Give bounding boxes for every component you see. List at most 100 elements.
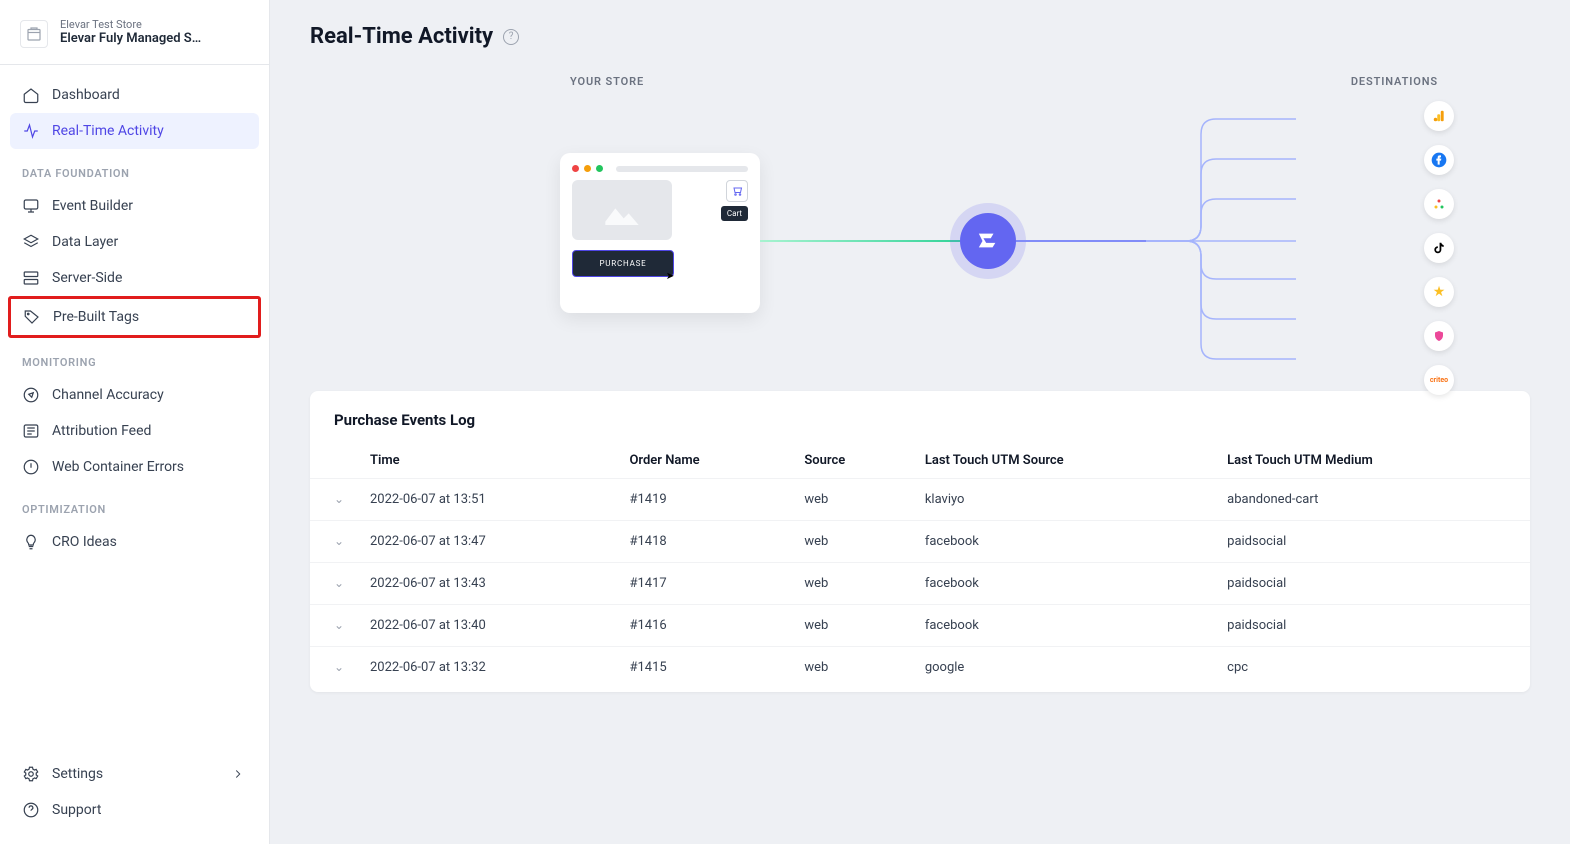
sidebar-item-label: Data Layer [52, 234, 118, 250]
purchase-events-log: Purchase Events Log Time Order Name Sour… [310, 391, 1530, 692]
sidebar-item-settings[interactable]: Settings [10, 756, 259, 792]
sidebar-item-label: Server-Side [52, 270, 122, 286]
sidebar-item-web-container-errors[interactable]: Web Container Errors [10, 449, 259, 485]
compass-icon [22, 386, 40, 404]
sidebar-item-pre-built-tags[interactable]: Pre-Built Tags [8, 296, 261, 338]
store-logo-icon [20, 20, 48, 48]
google-ads-icon [1424, 189, 1454, 219]
sidebar-item-label: Attribution Feed [52, 423, 151, 439]
chevron-down-icon: ⌄ [334, 618, 344, 632]
window-dot-green [596, 165, 603, 172]
cart-label: Cart [721, 206, 748, 221]
table-row[interactable]: ⌄2022-06-07 at 13:32#1415webgooglecpc [310, 647, 1530, 689]
flow-line-purple [1016, 240, 1146, 242]
flow-diagram: YOUR STORE DESTINATIONS Cart [310, 61, 1530, 391]
store-header[interactable]: Elevar Test Store Elevar Fuly Managed S… [0, 12, 269, 65]
cell-source: web [792, 647, 912, 689]
store-window: Cart PURCHASE ➤ [560, 153, 760, 313]
cell-order: #1416 [617, 605, 792, 647]
table-row[interactable]: ⌄ 2022-06-07 at 13:43#1417webfacebookpaid… [310, 563, 1530, 605]
col-order: Order Name [617, 443, 792, 479]
table-row[interactable]: ⌄2022-06-07 at 13:51#1419webklaviyoaband… [310, 479, 1530, 521]
facebook-icon [1424, 145, 1454, 175]
layers-icon [22, 233, 40, 251]
sidebar-item-realtime[interactable]: Real-Time Activity [10, 113, 259, 149]
cell-order: #1419 [617, 479, 792, 521]
sidebar-item-data-layer[interactable]: Data Layer [10, 224, 259, 260]
cell-utm-medium: paidsocial [1215, 605, 1530, 647]
sidebar-item-server-side[interactable]: Server-Side [10, 260, 259, 296]
sidebar-item-label: Event Builder [52, 198, 133, 214]
log-title: Purchase Events Log [310, 411, 1530, 443]
sidebar-item-support[interactable]: Support [10, 792, 259, 828]
chevron-down-icon: ⌄ [334, 492, 344, 506]
sidebar-item-label: Pre-Built Tags [53, 309, 139, 325]
sidebar-item-label: CRO Ideas [52, 534, 117, 550]
activity-icon [22, 122, 40, 140]
sidebar-item-label: Web Container Errors [52, 459, 184, 475]
server-icon [22, 269, 40, 287]
branch-lines [1146, 99, 1296, 389]
chevron-down-icon: ⌄ [334, 660, 344, 674]
home-icon [22, 86, 40, 104]
flow-line-green [760, 240, 960, 242]
destinations-column: ★ criteo [1424, 101, 1454, 395]
col-utm-source: Last Touch UTM Source [913, 443, 1215, 479]
cell-utm-medium: abandoned-cart [1215, 479, 1530, 521]
help-tooltip-icon[interactable]: ? [503, 29, 519, 45]
sidebar-section-optimization: OPTIMIZATION [10, 485, 259, 524]
google-analytics-icon [1424, 101, 1454, 131]
store-subtitle: Elevar Test Store [60, 18, 201, 31]
sidebar-section-data: DATA FOUNDATION [10, 149, 259, 188]
feed-icon [22, 422, 40, 440]
image-placeholder-icon [572, 180, 672, 240]
cell-order: #1417 [617, 563, 792, 605]
cell-source: web [792, 563, 912, 605]
cell-utm-source: facebook [913, 605, 1215, 647]
table-row[interactable]: ⌄2022-06-07 at 13:47#1418webfacebookpaid… [310, 521, 1530, 563]
cell-time: 2022-06-07 at 13:47 [358, 521, 617, 563]
sidebar-item-label: Dashboard [52, 87, 120, 103]
elevar-hub-icon [960, 213, 1016, 269]
col-source: Source [792, 443, 912, 479]
cell-utm-medium: paidsocial [1215, 563, 1530, 605]
main-content: Real-Time Activity ? YOUR STORE DESTINAT… [270, 0, 1570, 844]
cell-order: #1418 [617, 521, 792, 563]
star-icon: ★ [1424, 277, 1454, 307]
store-title: Elevar Fuly Managed S… [60, 31, 201, 46]
sidebar-item-label: Real-Time Activity [52, 123, 164, 139]
cell-time: 2022-06-07 at 13:32 [358, 647, 617, 689]
chevron-down-icon: ⌄ [334, 534, 344, 548]
cell-source: web [792, 479, 912, 521]
sidebar-item-cro-ideas[interactable]: CRO Ideas [10, 524, 259, 560]
criteo-icon: criteo [1424, 365, 1454, 395]
events-table: Time Order Name Source Last Touch UTM So… [310, 443, 1530, 688]
cell-time: 2022-06-07 at 13:43 [358, 563, 617, 605]
chevron-down-icon: ⌄ [334, 576, 344, 590]
monitor-icon [22, 197, 40, 215]
help-icon [22, 801, 40, 819]
window-dot-yellow [584, 165, 591, 172]
sidebar-item-label: Settings [52, 766, 103, 782]
sidebar-item-channel-accuracy[interactable]: Channel Accuracy [10, 377, 259, 413]
sidebar-item-attribution-feed[interactable]: Attribution Feed [10, 413, 259, 449]
cell-utm-source: facebook [913, 563, 1215, 605]
col-utm-medium: Last Touch UTM Medium [1215, 443, 1530, 479]
cell-time: 2022-06-07 at 13:40 [358, 605, 617, 647]
cell-source: web [792, 605, 912, 647]
cursor-icon: ➤ [666, 271, 675, 282]
flow-label-store: YOUR STORE [570, 75, 644, 88]
cell-utm-source: klaviyo [913, 479, 1215, 521]
page-title: Real-Time Activity [310, 24, 493, 49]
sidebar-item-event-builder[interactable]: Event Builder [10, 188, 259, 224]
tag-icon [23, 308, 41, 326]
chevron-right-icon [229, 767, 247, 781]
table-row[interactable]: ⌄ 2022-06-07 at 13:40#1416webfacebookpaid… [310, 605, 1530, 647]
sidebar-item-label: Channel Accuracy [52, 387, 164, 403]
sidebar: Elevar Test Store Elevar Fuly Managed S…… [0, 0, 270, 844]
flow-label-destinations: DESTINATIONS [1351, 75, 1438, 88]
sidebar-item-dashboard[interactable]: Dashboard [10, 77, 259, 113]
col-time: Time [358, 443, 617, 479]
cell-utm-medium: cpc [1215, 647, 1530, 689]
alert-icon [22, 458, 40, 476]
